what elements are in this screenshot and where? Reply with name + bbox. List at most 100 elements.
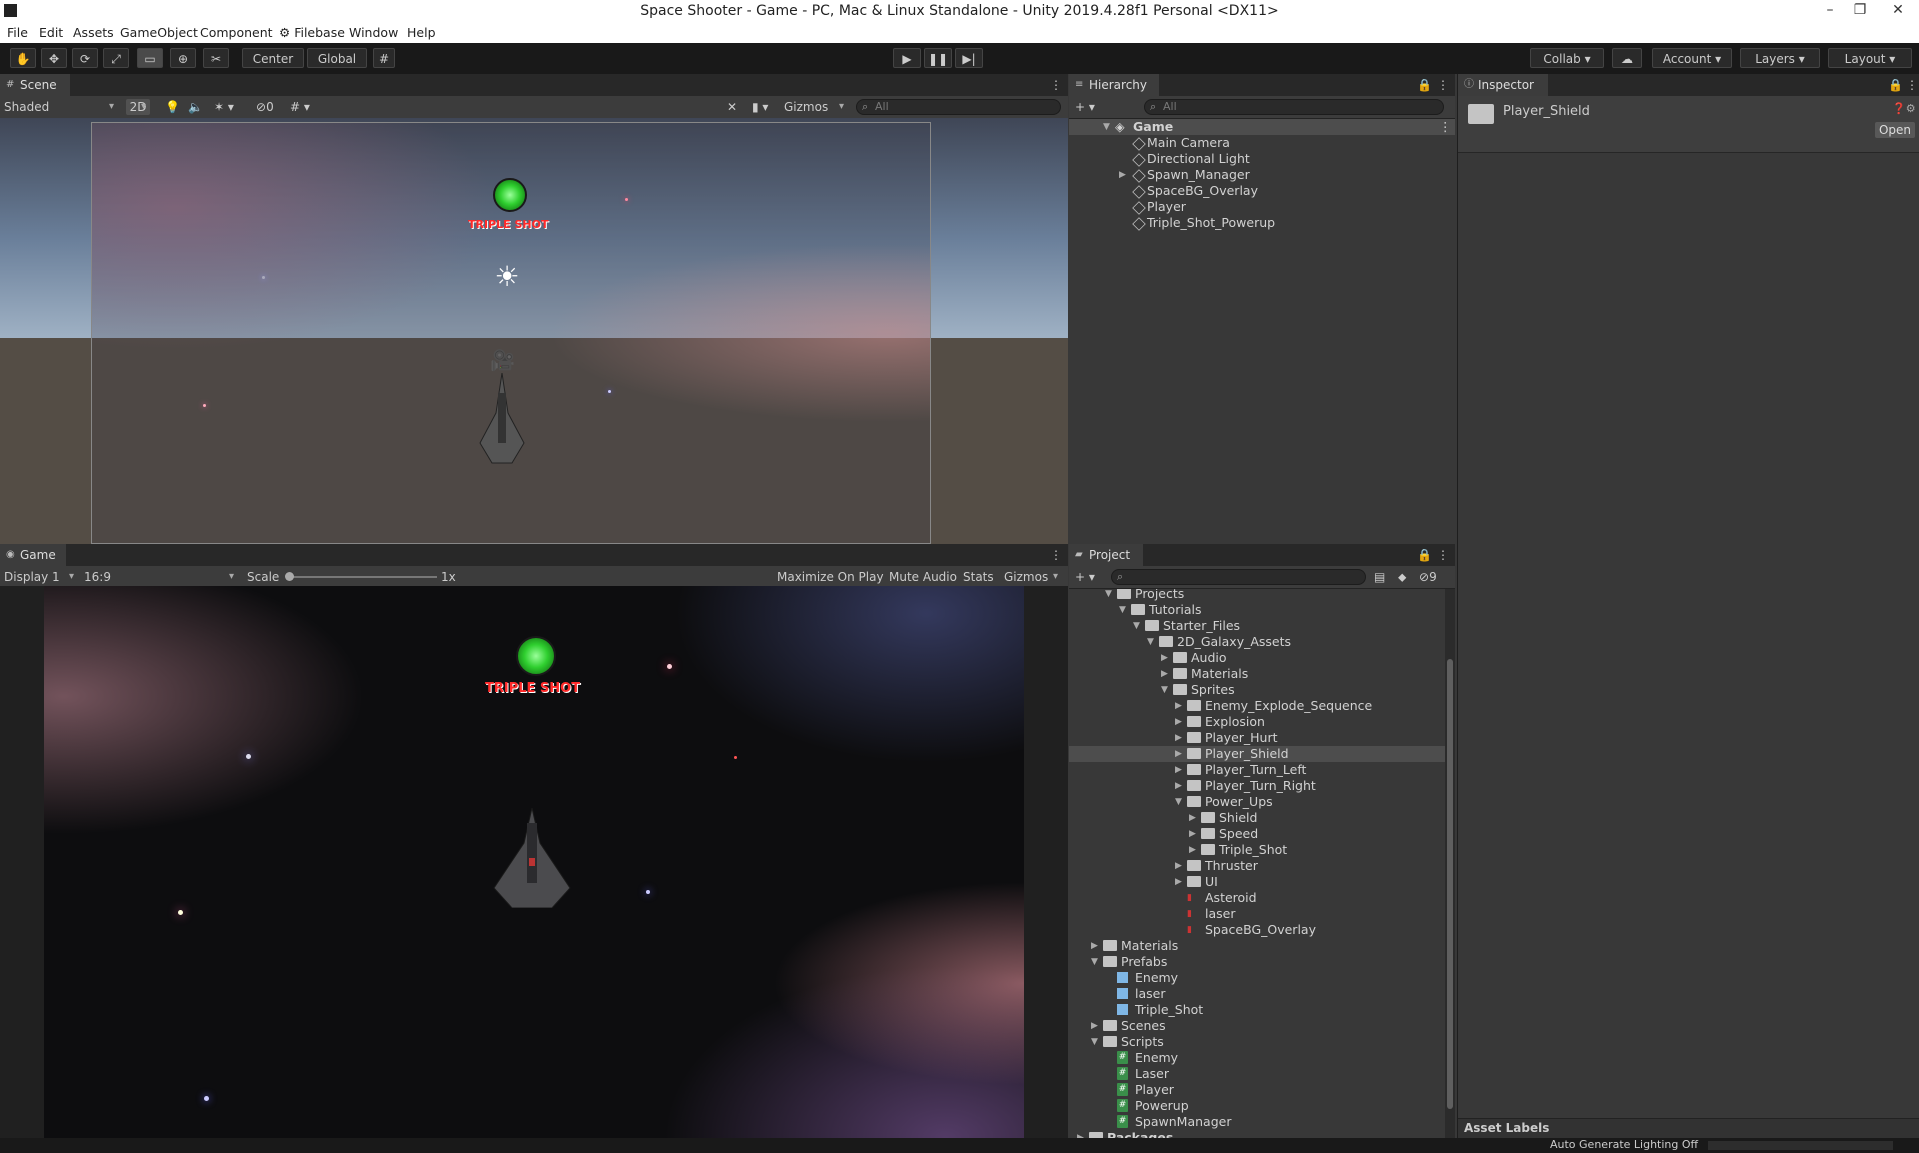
project-item[interactable]: ▼ Prefabs	[1069, 954, 1445, 970]
project-item[interactable]: ▶ Materials	[1069, 938, 1445, 954]
tools-icon[interactable]: ✕	[727, 99, 737, 115]
filter-label-icon[interactable]: ⬥	[1398, 569, 1406, 585]
expand-arrow-icon[interactable]: ▶	[1175, 730, 1182, 746]
expand-arrow-icon[interactable]: ▶	[1189, 826, 1196, 842]
custom-tool-icon[interactable]: ✂	[203, 48, 229, 68]
expand-arrow-icon[interactable]: ▶	[1175, 746, 1182, 762]
project-item[interactable]: ▶ Speed	[1069, 826, 1445, 842]
expand-arrow-icon[interactable]: ▶	[1175, 858, 1182, 874]
expand-arrow-icon[interactable]: ▶	[1161, 650, 1168, 666]
display-dropdown[interactable]: Display 1	[0, 569, 78, 585]
restore-icon[interactable]: ❐	[1845, 0, 1875, 22]
expand-arrow-icon[interactable]: ▼	[1161, 682, 1168, 698]
expand-arrow-icon[interactable]: ▶	[1175, 874, 1182, 890]
expand-arrow-icon[interactable]: ▶	[1175, 714, 1182, 730]
menu-gameobject[interactable]: GameObject	[120, 25, 198, 40]
rect-tool-icon[interactable]: ▭	[137, 48, 163, 68]
scene-powerup-sprite[interactable]	[493, 178, 527, 212]
tab-project[interactable]: ▰ Project	[1069, 544, 1143, 566]
hierarchy-item[interactable]: Triple_Shot_Powerup	[1069, 215, 1455, 231]
scale-slider[interactable]	[285, 572, 437, 581]
project-item[interactable]: ▶ Shield	[1069, 810, 1445, 826]
scale-slider-handle[interactable]	[285, 572, 294, 581]
menu-help[interactable]: Help	[407, 25, 436, 40]
filter-type-icon[interactable]: ▤	[1374, 569, 1385, 585]
project-scrollbar[interactable]	[1445, 589, 1455, 1138]
mute-audio-toggle[interactable]: Mute Audio	[889, 569, 957, 585]
light-gizmo-icon[interactable]: ☀	[490, 260, 524, 294]
expand-arrow-icon[interactable]: ▼	[1091, 1034, 1098, 1050]
project-menu-icon[interactable]: ⋮	[1437, 547, 1449, 563]
hierarchy-search-input[interactable]: ⌕ All	[1144, 99, 1444, 115]
game-panel-menu-icon[interactable]: ⋮	[1050, 547, 1062, 563]
project-item[interactable]: laser	[1069, 986, 1445, 1002]
project-item[interactable]: ▶ Triple_Shot	[1069, 842, 1445, 858]
shading-dropdown[interactable]: Shaded	[0, 99, 118, 115]
project-item[interactable]: ▶ Player_Shield	[1069, 746, 1445, 762]
cloud-icon[interactable]: ☁	[1612, 48, 1642, 68]
project-item[interactable]: ▶ UI	[1069, 874, 1445, 890]
project-item[interactable]: ▶ Thruster	[1069, 858, 1445, 874]
scene-gizmos-dropdown[interactable]: Gizmos	[780, 99, 848, 115]
stats-toggle[interactable]: Stats	[963, 569, 994, 585]
hierarchy-item[interactable]: Player	[1069, 199, 1455, 215]
project-item[interactable]: Enemy	[1069, 970, 1445, 986]
hidden-packages-icon[interactable]: ⊘9	[1419, 569, 1437, 585]
collab-dropdown[interactable]: Collab ▾	[1530, 48, 1604, 68]
project-item[interactable]: ▶ Player_Hurt	[1069, 730, 1445, 746]
step-button[interactable]: ▶|	[955, 48, 983, 68]
project-item[interactable]: ▼ Scripts	[1069, 1034, 1445, 1050]
grid-icon[interactable]: # ▾	[290, 99, 310, 115]
menu-assets[interactable]: Assets	[73, 25, 114, 40]
project-item[interactable]: ▶ Player_Turn_Left	[1069, 762, 1445, 778]
lock-icon[interactable]: 🔒	[1417, 77, 1432, 93]
project-item[interactable]: ▶ Player_Turn_Right	[1069, 778, 1445, 794]
project-item[interactable]: ▶ Scenes	[1069, 1018, 1445, 1034]
pivot-global-button[interactable]: Global	[307, 48, 367, 68]
project-item[interactable]: ▼ Projects	[1069, 589, 1445, 602]
play-button[interactable]: ▶	[893, 48, 921, 68]
expand-arrow-icon[interactable]: ▼	[1103, 119, 1110, 135]
project-item[interactable]: ▮ Asteroid	[1069, 890, 1445, 906]
aspect-dropdown[interactable]: 16:9	[80, 569, 238, 585]
grid-snap-icon[interactable]: #	[373, 48, 395, 68]
move-tool-icon[interactable]: ✥	[41, 48, 67, 68]
expand-arrow-icon[interactable]: ▶	[1077, 1130, 1084, 1138]
expand-arrow-icon[interactable]: ▶	[1175, 778, 1182, 794]
rotate-tool-icon[interactable]: ⟳	[72, 48, 98, 68]
menu-file[interactable]: File	[7, 25, 28, 40]
expand-arrow-icon[interactable]: ▶	[1091, 938, 1098, 954]
expand-arrow-icon[interactable]: ▼	[1147, 634, 1154, 650]
project-item[interactable]: ▼ Power_Ups	[1069, 794, 1445, 810]
project-item[interactable]: ▶ Explosion	[1069, 714, 1445, 730]
layers-dropdown[interactable]: Layers ▾	[1740, 48, 1820, 68]
scale-tool-icon[interactable]: ⤢	[103, 48, 129, 68]
account-dropdown[interactable]: Account ▾	[1652, 48, 1732, 68]
camera-icon[interactable]: ▮ ▾	[752, 99, 768, 115]
project-item[interactable]: ▼ Tutorials	[1069, 602, 1445, 618]
expand-arrow-icon[interactable]: ▶	[1161, 666, 1168, 682]
hierarchy-scene-row[interactable]: ▼ ◈ Game ⋮	[1069, 119, 1455, 135]
scene-viewport[interactable]: TRIPLE SHOT ☀ 🎥	[0, 118, 1068, 544]
project-lock-icon[interactable]: 🔒	[1417, 547, 1432, 563]
project-item[interactable]: ▶ Packages	[1069, 1130, 1445, 1138]
game-gizmos-dropdown[interactable]: Gizmos	[1000, 569, 1062, 585]
hierarchy-item[interactable]: Directional Light	[1069, 151, 1455, 167]
project-search-input[interactable]: ⌕	[1111, 569, 1366, 585]
project-item[interactable]: ▼ Sprites	[1069, 682, 1445, 698]
2d-toggle-button[interactable]: 2D	[126, 99, 150, 115]
inspector-menu-icon[interactable]: ⋮	[1906, 77, 1918, 93]
hand-tool-icon[interactable]: ✋	[10, 48, 36, 68]
expand-arrow-icon[interactable]: ▶	[1091, 1018, 1098, 1034]
hierarchy-item[interactable]: ▶ Spawn_Manager	[1069, 167, 1455, 183]
hierarchy-menu-icon[interactable]: ⋮	[1437, 77, 1449, 93]
project-item[interactable]: # Laser	[1069, 1066, 1445, 1082]
menu-filebase[interactable]: ⚙ Filebase	[279, 25, 345, 40]
project-item[interactable]: # SpawnManager	[1069, 1114, 1445, 1130]
transform-tool-icon[interactable]: ⊕	[170, 48, 196, 68]
expand-arrow-icon[interactable]: ▶	[1189, 810, 1196, 826]
project-item[interactable]: ▮ SpaceBG_Overlay	[1069, 922, 1445, 938]
scene-player-ship[interactable]	[478, 373, 526, 468]
expand-arrow-icon[interactable]: ▶	[1119, 167, 1126, 183]
tab-inspector[interactable]: ⓘ Inspector	[1458, 74, 1548, 96]
